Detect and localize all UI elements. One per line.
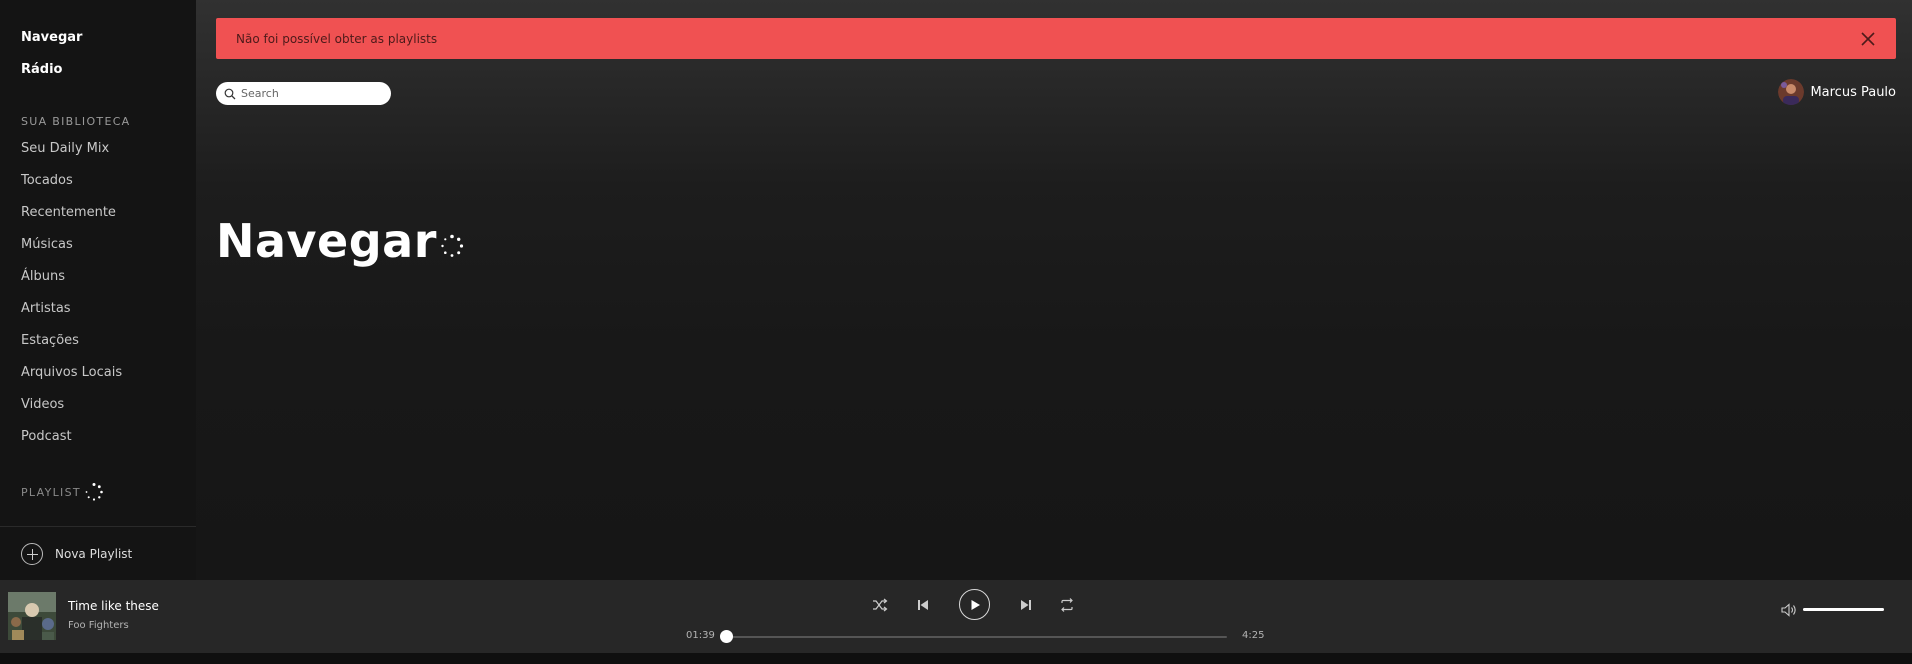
total-duration: 4:25: [1242, 630, 1265, 641]
search-input[interactable]: [241, 87, 381, 100]
progress-bar[interactable]: [720, 630, 1227, 643]
sidebar-divider: [0, 526, 196, 527]
sidebar-item-videos[interactable]: Videos: [21, 397, 64, 412]
sidebar-item-podcast[interactable]: Podcast: [21, 429, 72, 444]
previous-icon: [918, 600, 928, 610]
play-button[interactable]: [959, 589, 990, 620]
volume-icon[interactable]: [1781, 602, 1797, 618]
page-title-text: Navegar: [216, 214, 437, 268]
user-menu[interactable]: Marcus Paulo: [1778, 79, 1896, 105]
sidebar: Navegar Rádio SUA BIBLIOTECA Seu Daily M…: [0, 0, 196, 580]
loading-spinner-icon: [85, 483, 103, 501]
sidebar-item-daily-mix[interactable]: Seu Daily Mix: [21, 141, 109, 156]
player-bar: Time like these Foo Fighters 01:39 4:25: [0, 580, 1912, 653]
shuffle-icon: [873, 598, 888, 612]
new-playlist-label: Nova Playlist: [55, 547, 133, 561]
sidebar-item-radio[interactable]: Rádio: [21, 62, 62, 77]
sidebar-item-albuns[interactable]: Álbuns: [21, 269, 65, 284]
sidebar-item-recentemente[interactable]: Recentemente: [21, 205, 116, 220]
volume-fill: [1803, 608, 1884, 611]
repeat-button[interactable]: [1056, 594, 1078, 616]
alert-message: Não foi possível obter as playlists: [236, 31, 438, 46]
next-button[interactable]: [1015, 594, 1037, 616]
album-art[interactable]: [8, 592, 56, 640]
progress-handle[interactable]: [720, 630, 733, 643]
sidebar-item-estacoes[interactable]: Estações: [21, 333, 79, 348]
progress-track: [726, 636, 1227, 638]
page-title: Navegar: [216, 214, 465, 268]
sidebar-item-artistas[interactable]: Artistas: [21, 301, 71, 316]
loading-spinner-icon: [441, 234, 463, 257]
playlist-heading-label: PLAYLIST: [21, 485, 81, 499]
new-playlist-button[interactable]: Nova Playlist: [21, 543, 132, 565]
repeat-icon: [1061, 598, 1073, 612]
avatar: [1778, 79, 1805, 105]
play-icon: [971, 599, 980, 610]
elapsed-time: 01:39: [686, 630, 715, 641]
close-icon[interactable]: [1858, 29, 1878, 49]
volume-slider[interactable]: [1803, 608, 1884, 612]
sidebar-item-navegar[interactable]: Navegar: [21, 30, 82, 45]
shuffle-button[interactable]: [869, 594, 891, 616]
search-box[interactable]: [216, 82, 391, 105]
track-title[interactable]: Time like these: [68, 599, 159, 613]
sidebar-item-tocados[interactable]: Tocados: [21, 173, 73, 188]
search-icon: [224, 88, 236, 99]
next-icon: [1021, 600, 1031, 610]
user-name: Marcus Paulo: [1810, 84, 1896, 100]
error-alert: Não foi possível obter as playlists: [216, 18, 1896, 59]
main-content: Não foi possível obter as playlists Marc…: [196, 0, 1912, 580]
sidebar-item-arquivos-locais[interactable]: Arquivos Locais: [21, 365, 122, 380]
library-heading: SUA BIBLIOTECA: [21, 115, 131, 128]
bottom-strip: [0, 653, 1912, 664]
track-artist[interactable]: Foo Fighters: [68, 620, 129, 631]
previous-button[interactable]: [912, 594, 934, 616]
sidebar-item-musicas[interactable]: Músicas: [21, 237, 73, 252]
plus-circle-icon: [21, 543, 43, 565]
playlist-heading: PLAYLIST: [21, 482, 104, 502]
